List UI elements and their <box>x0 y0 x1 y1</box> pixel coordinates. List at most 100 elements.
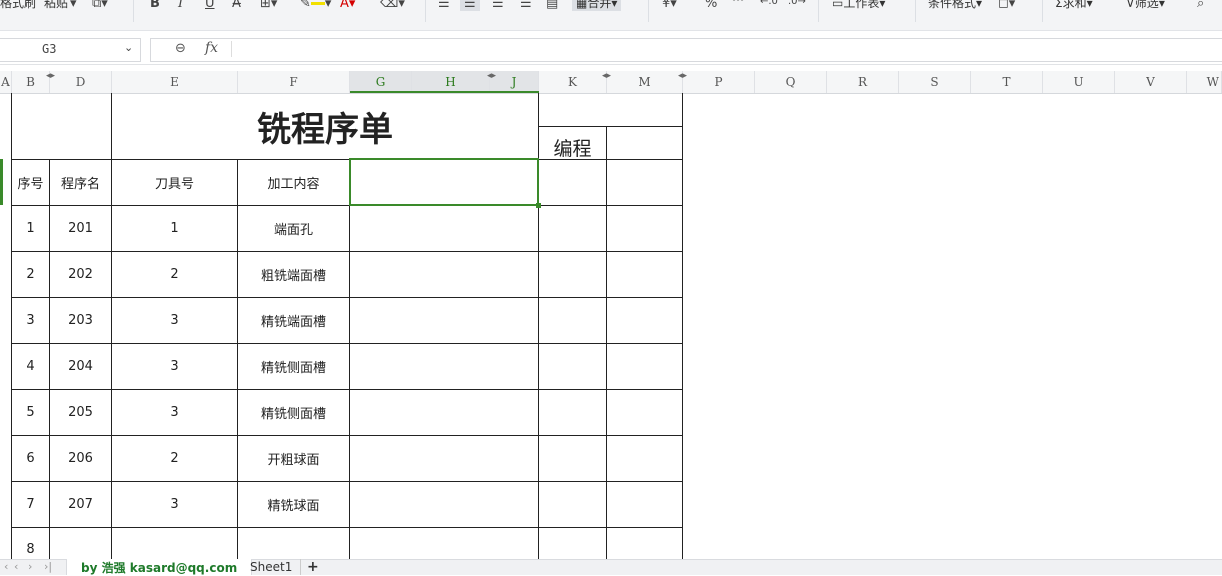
name-box[interactable]: G3 ⌄ <box>0 38 141 62</box>
conditional-format-button[interactable]: 条件格式▾ <box>928 0 982 11</box>
column-header-j[interactable]: J <box>490 71 539 93</box>
cell-program[interactable]: 204 <box>50 344 111 389</box>
cell-tool[interactable]: 2 <box>112 436 237 481</box>
paste-button[interactable]: 粘贴 <box>44 0 68 11</box>
chevron-down-icon[interactable]: ▾ <box>70 0 77 11</box>
italic-button[interactable]: I <box>178 0 183 11</box>
strikethrough-icon[interactable]: A̶ <box>232 0 241 11</box>
column-header-f[interactable]: F <box>238 71 350 93</box>
number-format-icon[interactable]: ¥▾ <box>662 0 677 11</box>
cell-content[interactable]: 端面孔 <box>238 206 349 251</box>
cell-index[interactable]: 6 <box>12 436 49 481</box>
underline-button[interactable]: U <box>205 0 215 11</box>
cell-tool[interactable] <box>112 528 237 558</box>
sum-button[interactable]: Σ求和▾ <box>1055 0 1093 11</box>
thousands-icon[interactable]: ⁰⁰⁰ <box>732 0 744 7</box>
cell-tool[interactable]: 2 <box>112 252 237 297</box>
hidden-column-marker[interactable]: ◂▸ <box>46 71 55 81</box>
cell-style-icon[interactable]: ◻▾ <box>998 0 1015 11</box>
zoom-icon[interactable]: ⊖ <box>175 41 186 56</box>
column-header-m[interactable]: M <box>607 71 683 93</box>
align-left-icon[interactable]: ☰ <box>438 0 450 11</box>
cell-index[interactable]: 3 <box>12 298 49 343</box>
column-header-h[interactable]: H <box>412 71 490 93</box>
column-header-e[interactable]: E <box>112 71 238 93</box>
cell-index[interactable]: 5 <box>12 390 49 435</box>
decrease-decimal-icon[interactable]: .0→ <box>788 0 806 7</box>
column-header-p[interactable]: P <box>683 71 755 93</box>
column-header-b[interactable]: B <box>12 71 50 93</box>
cell-index[interactable]: 1 <box>12 206 49 251</box>
column-header-r[interactable]: R <box>827 71 899 93</box>
percent-button[interactable]: % <box>705 0 717 11</box>
filter-button[interactable]: ⊽筛选▾ <box>1126 0 1165 11</box>
column-header-u[interactable]: U <box>1043 71 1115 93</box>
increase-decimal-icon[interactable]: ←.0 <box>760 0 778 7</box>
hidden-column-marker[interactable]: ◂▸ <box>487 71 496 81</box>
merge-button[interactable]: ▦合并▾ <box>572 0 622 11</box>
chevron-down-icon[interactable]: ⌄ <box>124 41 133 54</box>
bold-button[interactable]: B <box>150 0 160 11</box>
worksheet-button[interactable]: ▭工作表▾ <box>832 0 885 11</box>
add-sheet-button[interactable]: + <box>300 559 319 575</box>
cell-content[interactable]: 精铣端面槽 <box>238 298 349 343</box>
sheet-tab-active[interactable]: by 浩强 kasard@qq.com <box>66 559 253 575</box>
sheet-tab-sheet1[interactable]: Sheet1 <box>250 560 292 574</box>
justify-icon[interactable]: ☰ <box>520 0 532 11</box>
column-header-v[interactable]: V <box>1115 71 1187 93</box>
hidden-column-marker[interactable]: ◂▸ <box>602 71 611 81</box>
cell-index[interactable]: 7 <box>12 482 49 527</box>
sheet-title[interactable]: 铣程序单 <box>112 93 538 159</box>
align-right-icon[interactable]: ☰ <box>492 0 504 11</box>
cell-content[interactable] <box>238 528 349 558</box>
column-header-k[interactable]: K <box>539 71 607 93</box>
spreadsheet-grid[interactable]: 铣程序单 编程 序号 程序名 刀具号 加工内容 1 201 1 端面孔 2 20… <box>0 93 1222 559</box>
first-sheet-icon[interactable]: ‹ <box>4 560 8 573</box>
column-header-g[interactable]: G <box>350 71 412 93</box>
header-cell-tool[interactable]: 刀具号 <box>112 160 237 205</box>
search-icon[interactable]: ⌕ <box>1197 0 1204 11</box>
align-center-icon[interactable]: ☰ <box>460 0 480 11</box>
fx-icon[interactable]: fx <box>205 40 218 56</box>
copy-icon[interactable]: ⧉▾ <box>92 0 108 11</box>
column-header-q[interactable]: Q <box>755 71 827 93</box>
formula-input[interactable]: ⊖ fx <box>150 38 1222 62</box>
next-sheet-icon[interactable]: › <box>28 560 32 573</box>
eraser-icon[interactable]: ⌫▾ <box>380 0 405 11</box>
programming-label[interactable]: 编程 <box>539 127 606 160</box>
cell-tool[interactable]: 1 <box>112 206 237 251</box>
cell-content[interactable]: 精铣球面 <box>238 482 349 527</box>
active-cell-g3[interactable] <box>349 158 539 206</box>
cell-content[interactable]: 精铣侧面槽 <box>238 344 349 389</box>
cell-tool[interactable]: 3 <box>112 298 237 343</box>
hidden-column-marker[interactable]: ◂▸ <box>678 71 687 81</box>
cell-program[interactable]: 205 <box>50 390 111 435</box>
font-color-button[interactable]: A▾ <box>340 0 355 11</box>
last-sheet-icon[interactable]: ›| <box>44 560 52 573</box>
cell-program[interactable]: 206 <box>50 436 111 481</box>
cell-program[interactable]: 201 <box>50 206 111 251</box>
cell-program[interactable]: 207 <box>50 482 111 527</box>
cell-tool[interactable]: 3 <box>112 482 237 527</box>
header-cell-content[interactable]: 加工内容 <box>238 160 349 205</box>
column-header-d[interactable]: D <box>50 71 112 93</box>
header-cell-program[interactable]: 程序名 <box>50 160 111 205</box>
prev-sheet-icon[interactable]: ‹ <box>14 560 18 573</box>
wrap-icon[interactable]: ▤ <box>546 0 558 11</box>
cell-program[interactable]: 203 <box>50 298 111 343</box>
column-header-a[interactable]: A <box>0 71 12 93</box>
cell-index[interactable]: 2 <box>12 252 49 297</box>
column-header-s[interactable]: S <box>899 71 971 93</box>
cell-content[interactable]: 精铣侧面槽 <box>238 390 349 435</box>
fill-handle[interactable] <box>536 203 541 208</box>
cell-content[interactable]: 粗铣端面槽 <box>238 252 349 297</box>
format-painter-button[interactable]: 格式刷 <box>0 0 36 11</box>
cell-index[interactable]: 4 <box>12 344 49 389</box>
cell-content[interactable]: 开粗球面 <box>238 436 349 481</box>
cell-program[interactable] <box>50 528 111 558</box>
cell-tool[interactable]: 3 <box>112 390 237 435</box>
cell-tool[interactable]: 3 <box>112 344 237 389</box>
cell-program[interactable]: 202 <box>50 252 111 297</box>
border-icon[interactable]: ⊞▾ <box>260 0 277 11</box>
fill-color-button[interactable]: ✎ ▾ <box>300 0 331 11</box>
